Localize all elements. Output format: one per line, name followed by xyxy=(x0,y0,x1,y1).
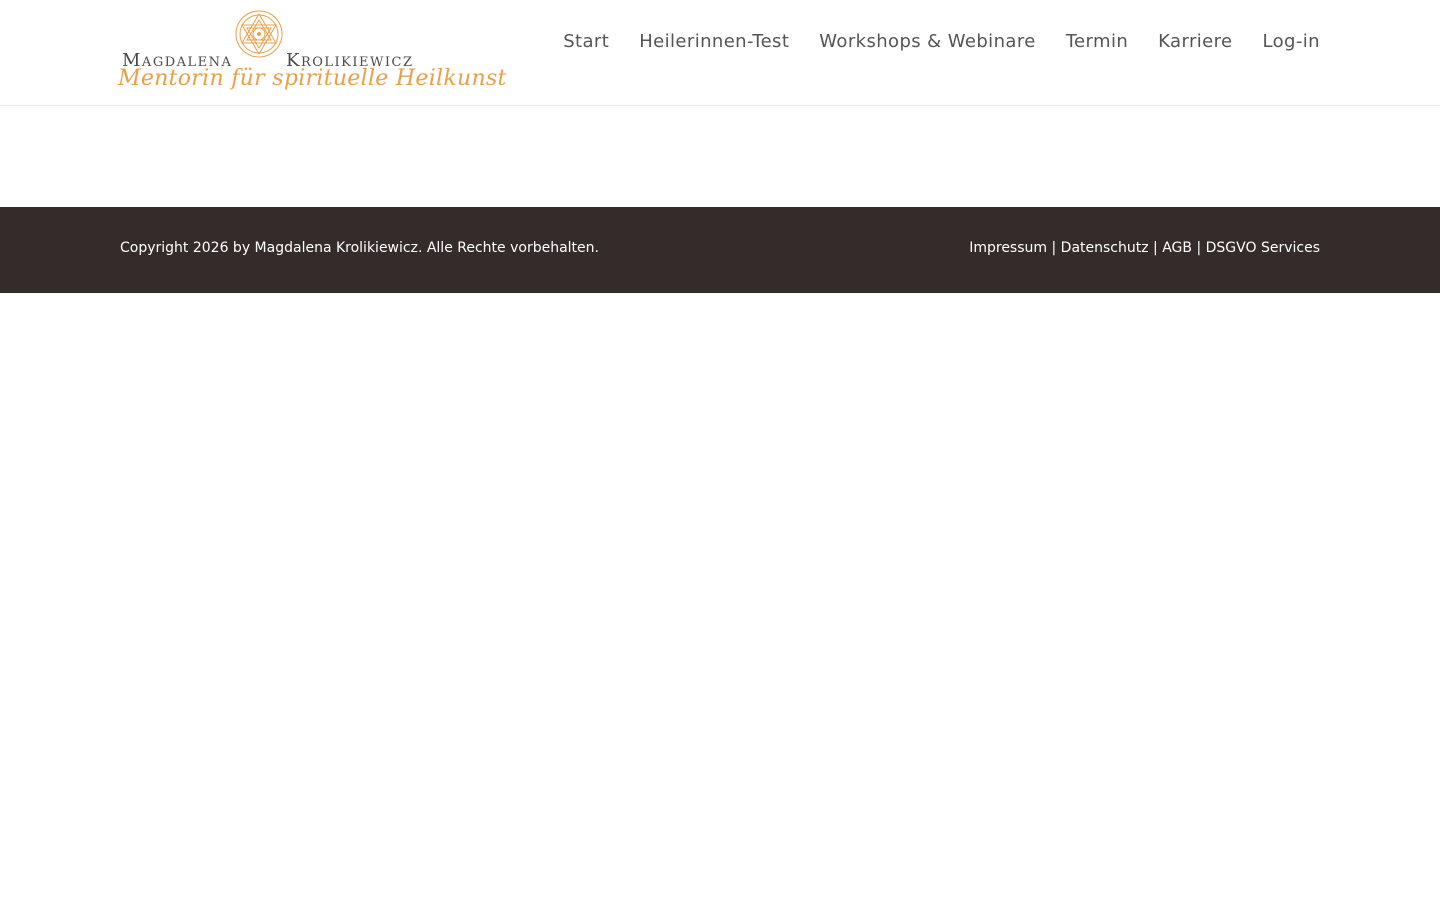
footer-link-impressum[interactable]: Impressum xyxy=(969,240,1047,256)
footer-separator: | xyxy=(1196,240,1206,256)
footer-separator: | xyxy=(1153,240,1163,256)
footer-separator: | xyxy=(1051,240,1061,256)
site-footer: Copyright 2026 by Magdalena Krolikiewicz… xyxy=(0,207,1440,293)
footer-link-agb[interactable]: AGB xyxy=(1162,240,1192,256)
nav-item-termin[interactable]: Termin xyxy=(1066,31,1128,52)
copyright-text: Copyright 2026 by Magdalena Krolikiewicz… xyxy=(120,240,599,256)
site-logo[interactable]: Magdalena Krolikiewicz Mentorin für spir… xyxy=(118,10,506,102)
main-navigation: Start Heilerinnen-Test Workshops & Webin… xyxy=(563,31,1320,52)
nav-item-heilerinnen-test[interactable]: Heilerinnen-Test xyxy=(639,31,789,52)
footer-links: Impressum | Datenschutz | AGB | DSGVO Se… xyxy=(969,240,1320,256)
logo-tagline: Mentorin für spirituelle Heilkunst xyxy=(118,66,507,91)
footer-link-datenschutz[interactable]: Datenschutz xyxy=(1061,240,1149,256)
nav-item-log-in[interactable]: Log-in xyxy=(1263,31,1320,52)
footer-link-dsgvo-services[interactable]: DSGVO Services xyxy=(1206,240,1320,256)
nav-item-karriere[interactable]: Karriere xyxy=(1158,31,1232,52)
nav-item-workshops-webinare[interactable]: Workshops & Webinare xyxy=(819,31,1035,52)
site-header: Magdalena Krolikiewicz Mentorin für spir… xyxy=(0,0,1440,106)
nav-item-start[interactable]: Start xyxy=(563,31,609,52)
